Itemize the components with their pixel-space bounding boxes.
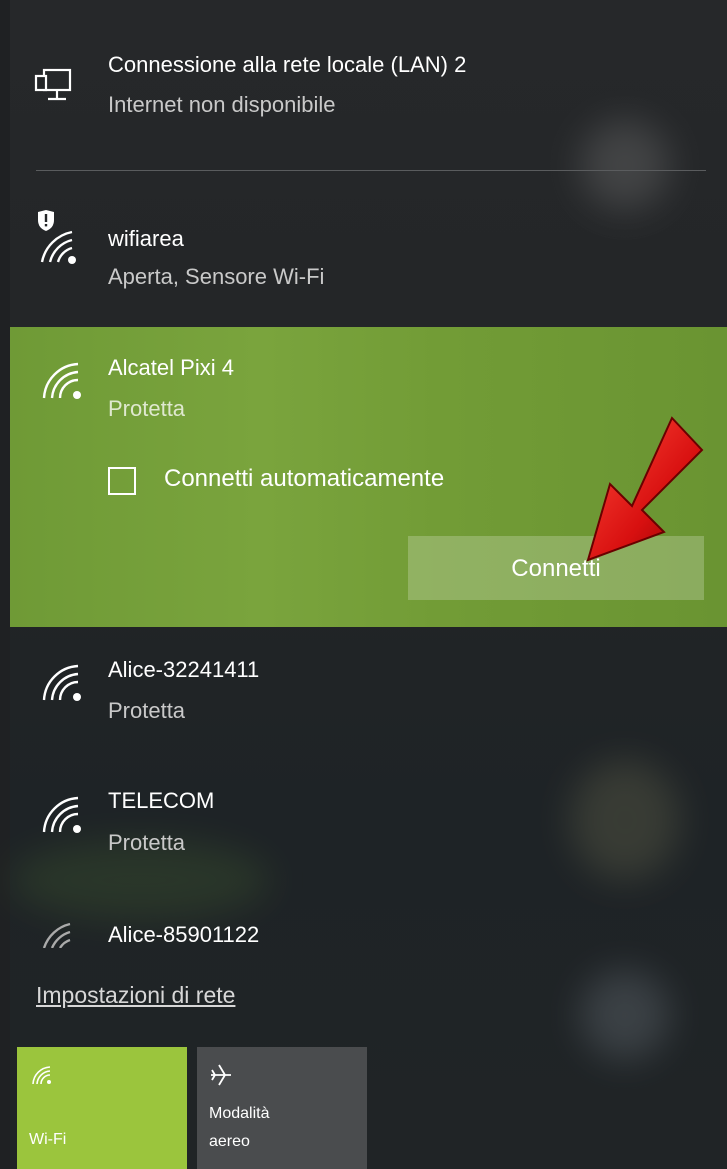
- network-name: Alice-85901122: [108, 922, 260, 947]
- divider: [36, 170, 706, 171]
- wifi-shield-icon: [38, 210, 76, 264]
- lan-status: Internet non disponibile: [108, 92, 336, 117]
- network-status: Protetta: [108, 396, 186, 421]
- wifi-toggle-tile[interactable]: Wi-Fi: [17, 1047, 187, 1169]
- wifi-signal-weak-icon: [42, 922, 71, 948]
- auto-connect-checkbox[interactable]: [108, 467, 136, 495]
- wifi-tile-label: Wi-Fi: [29, 1131, 67, 1148]
- red-arrow-annotation: [586, 416, 704, 562]
- network-name: wifiarea: [108, 226, 184, 251]
- background-blur: [570, 760, 680, 880]
- network-status: Protetta: [108, 698, 186, 723]
- network-name: Alice-32241411: [108, 657, 260, 682]
- wifi-signal-icon: [42, 664, 81, 701]
- wifi-icon: [32, 1066, 51, 1085]
- background-blur: [580, 120, 670, 210]
- auto-connect-label[interactable]: Connetti automaticamente: [164, 465, 444, 493]
- airplane-mode-tile[interactable]: Modalità aereo: [197, 1047, 367, 1169]
- lan-title: Connessione alla rete locale (LAN) 2: [108, 52, 467, 77]
- wifi-signal-icon: [42, 796, 81, 833]
- network-status: Aperta, Sensore Wi-Fi: [108, 264, 325, 289]
- ethernet-monitor-icon: [34, 68, 72, 101]
- network-status: Protetta: [108, 830, 186, 855]
- network-name: Alcatel Pixi 4: [108, 355, 234, 380]
- airplane-tile-label-line1: Modalità: [209, 1105, 270, 1122]
- background-blur: [580, 970, 670, 1060]
- airplane-tile-label-line2: aereo: [209, 1133, 250, 1150]
- wifi-signal-icon: [42, 362, 81, 399]
- network-name: TELECOM: [108, 788, 215, 813]
- airplane-icon: [211, 1064, 231, 1086]
- network-settings-link[interactable]: Impostazioni di rete: [36, 982, 235, 1009]
